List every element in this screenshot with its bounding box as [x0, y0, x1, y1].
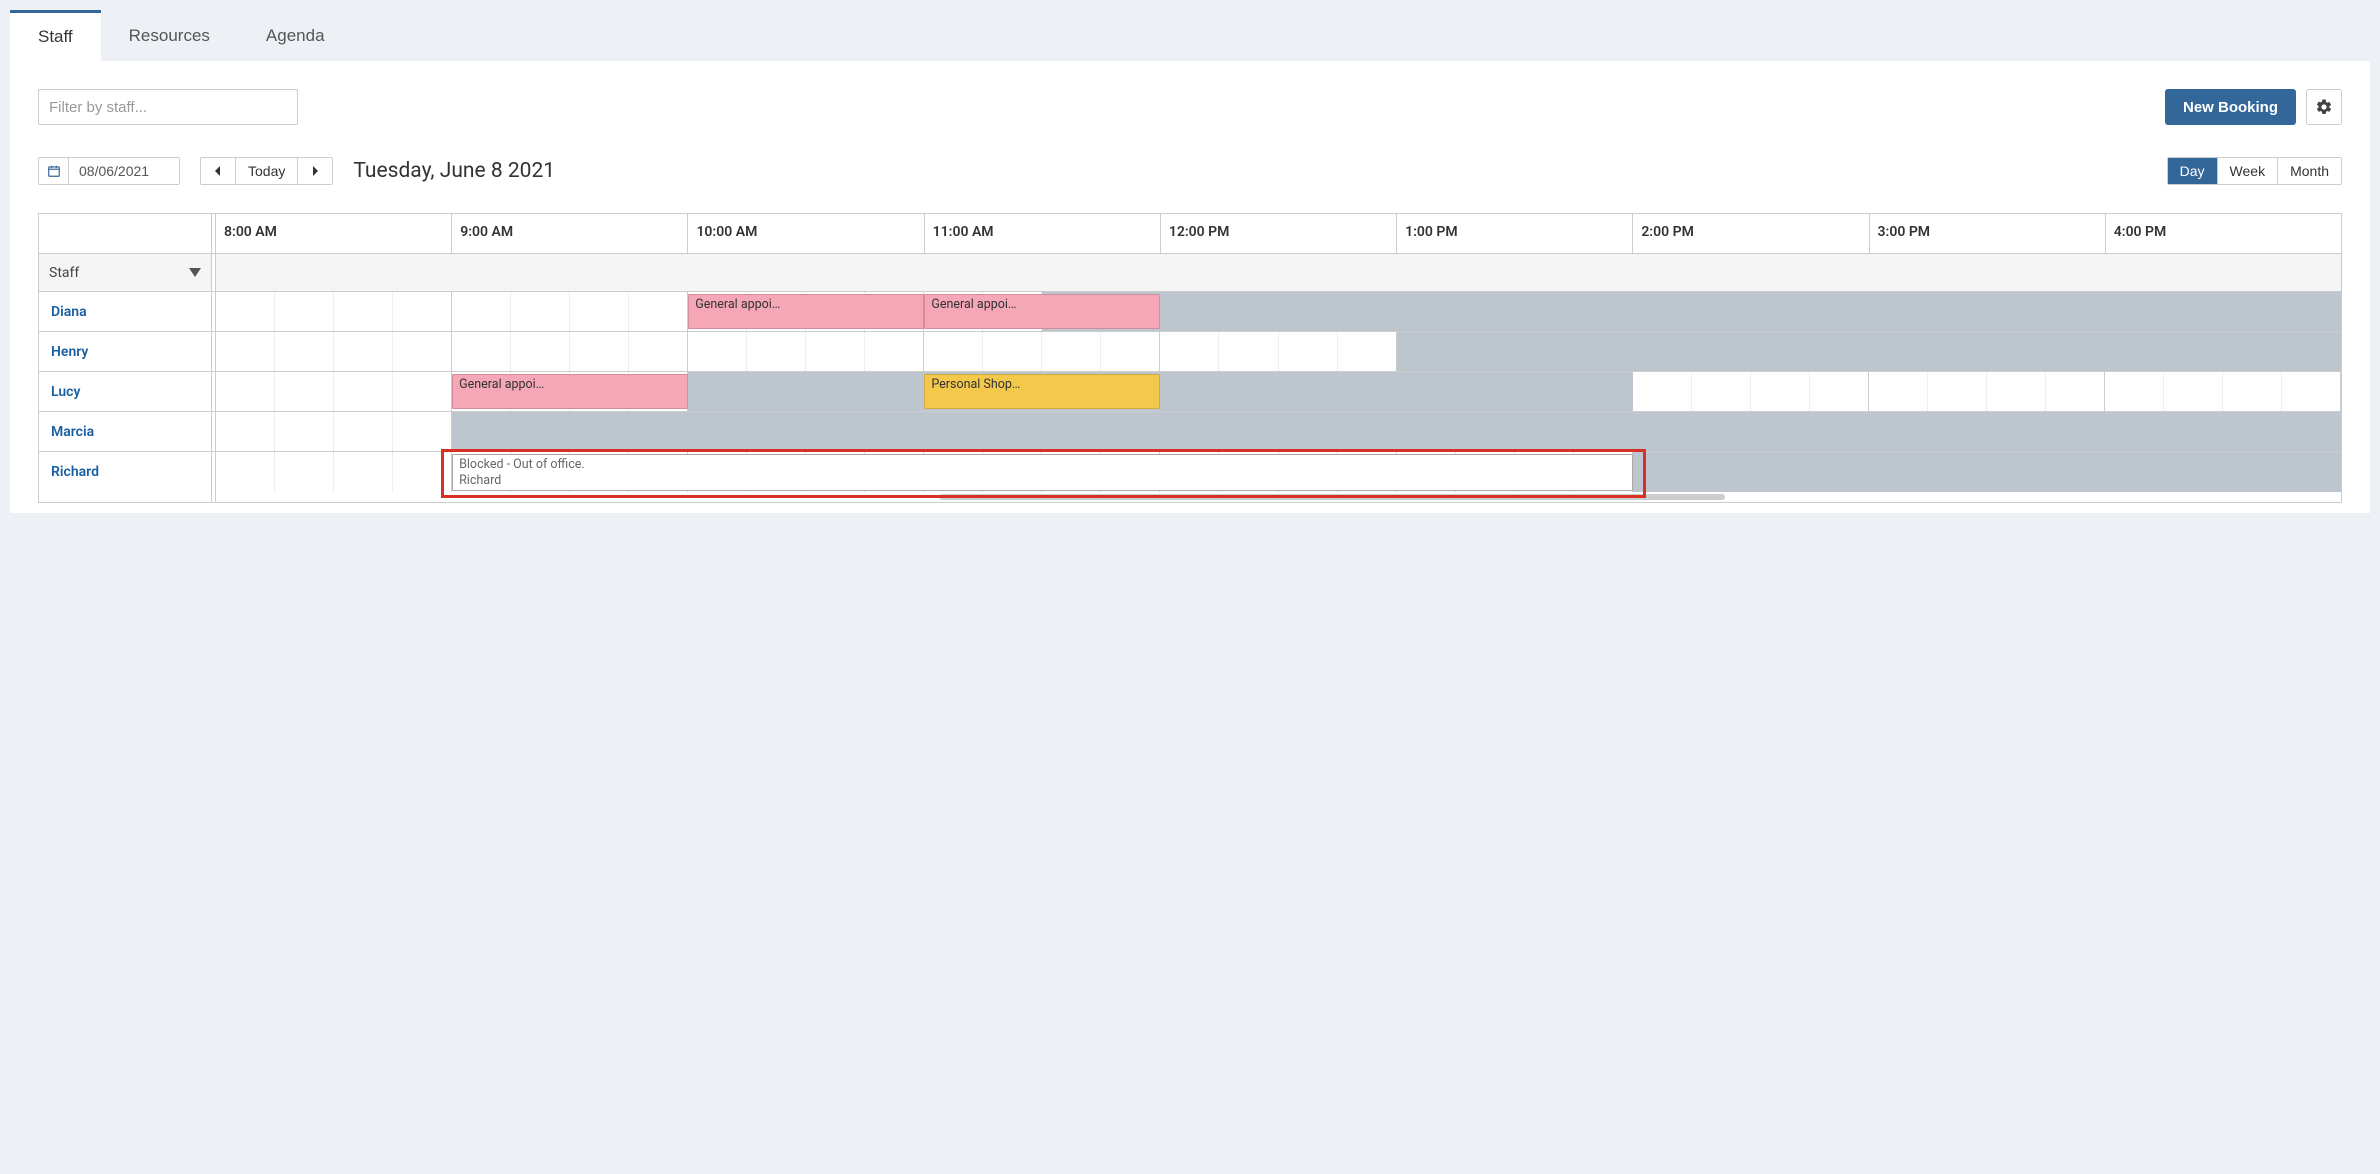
staff-row: Richard Blocked - Out of office.Richard [39, 452, 2341, 492]
settings-button[interactable] [2306, 89, 2342, 125]
unavailable-block [688, 372, 1632, 411]
horizontal-scrollbar[interactable] [39, 492, 2341, 502]
unavailable-block [452, 412, 2341, 451]
staff-row-body[interactable]: Blocked - Out of office.Richard [216, 452, 2341, 492]
gear-icon [2315, 98, 2333, 116]
staff-link[interactable]: Diana [51, 304, 87, 320]
view-switch: Day Week Month [2167, 157, 2342, 185]
appointment-event[interactable]: General appoi… [924, 294, 1160, 329]
staff-row: Lucy General appoi… Personal Shop… [39, 372, 2341, 412]
scheduler-panel: New Booking [10, 61, 2370, 513]
current-date-title: Tuesday, June 8 2021 [353, 159, 555, 183]
time-column-header: 9:00 AM [452, 214, 688, 253]
today-button[interactable]: Today [236, 158, 298, 184]
staff-name-cell: Marcia [39, 412, 212, 451]
blocked-event[interactable]: Blocked - Out of office.Richard [452, 454, 1633, 491]
toolbar: New Booking [38, 89, 2342, 125]
time-column-header: 11:00 AM [925, 214, 1161, 253]
chevron-right-icon [310, 165, 320, 177]
staff-link[interactable]: Richard [51, 464, 99, 480]
calendar-icon [47, 164, 61, 178]
unavailable-block [1042, 292, 2341, 331]
appointment-event[interactable]: Personal Shop… [924, 374, 1160, 409]
view-day-button[interactable]: Day [2168, 158, 2218, 184]
group-header-cell[interactable]: Staff [39, 254, 212, 291]
tab-staff[interactable]: Staff [10, 10, 101, 61]
time-header: 8:00 AM9:00 AM10:00 AM11:00 AM12:00 PM1:… [39, 214, 2341, 254]
unavailable-block [1397, 332, 2341, 371]
group-header-label: Staff [49, 265, 79, 281]
time-column-header: 12:00 PM [1161, 214, 1397, 253]
staff-row: Diana General appoi…General appoi… [39, 292, 2341, 332]
date-input[interactable] [69, 158, 179, 184]
unavailable-block [1633, 452, 2341, 492]
prev-button[interactable] [201, 158, 236, 184]
staff-link[interactable]: Marcia [51, 424, 94, 440]
appointment-event[interactable]: General appoi… [452, 374, 688, 409]
tab-resources[interactable]: Resources [101, 10, 238, 61]
staff-link[interactable]: Henry [51, 344, 88, 360]
view-tabs: Staff Resources Agenda [10, 10, 2370, 61]
time-column-header: 2:00 PM [1633, 214, 1869, 253]
date-nav-group: Today [200, 157, 333, 185]
staff-name-cell: Diana [39, 292, 212, 331]
time-column-header: 8:00 AM [216, 214, 452, 253]
next-button[interactable] [298, 158, 332, 184]
time-column-header: 10:00 AM [688, 214, 924, 253]
staff-link[interactable]: Lucy [51, 384, 80, 400]
corner-cell [39, 214, 212, 253]
staff-filter-input[interactable] [38, 89, 298, 125]
time-column-header: 3:00 PM [1870, 214, 2106, 253]
appointment-event[interactable]: General appoi… [688, 294, 924, 329]
staff-row-body[interactable]: General appoi… Personal Shop… [216, 372, 2341, 411]
staff-row: Marcia [39, 412, 2341, 452]
staff-name-cell: Richard [39, 452, 212, 492]
staff-row-body[interactable] [216, 412, 2341, 451]
sort-desc-icon [189, 268, 201, 277]
scheduler-grid: 8:00 AM9:00 AM10:00 AM11:00 AM12:00 PM1:… [38, 213, 2342, 503]
new-booking-button[interactable]: New Booking [2165, 89, 2296, 125]
tab-agenda[interactable]: Agenda [238, 10, 353, 61]
view-week-button[interactable]: Week [2218, 158, 2279, 184]
date-nav-row: Today Tuesday, June 8 2021 Day Week Mont… [38, 157, 2342, 185]
chevron-left-icon [213, 165, 223, 177]
time-column-header: 4:00 PM [2106, 214, 2341, 253]
staff-row: Henry [39, 332, 2341, 372]
staff-row-body[interactable] [216, 332, 2341, 371]
group-header-row: Staff [39, 254, 2341, 292]
time-column-header: 1:00 PM [1397, 214, 1633, 253]
staff-row-body[interactable]: General appoi…General appoi… [216, 292, 2341, 331]
date-picker[interactable] [38, 157, 180, 185]
staff-name-cell: Henry [39, 332, 212, 371]
view-month-button[interactable]: Month [2278, 158, 2341, 184]
staff-name-cell: Lucy [39, 372, 212, 411]
